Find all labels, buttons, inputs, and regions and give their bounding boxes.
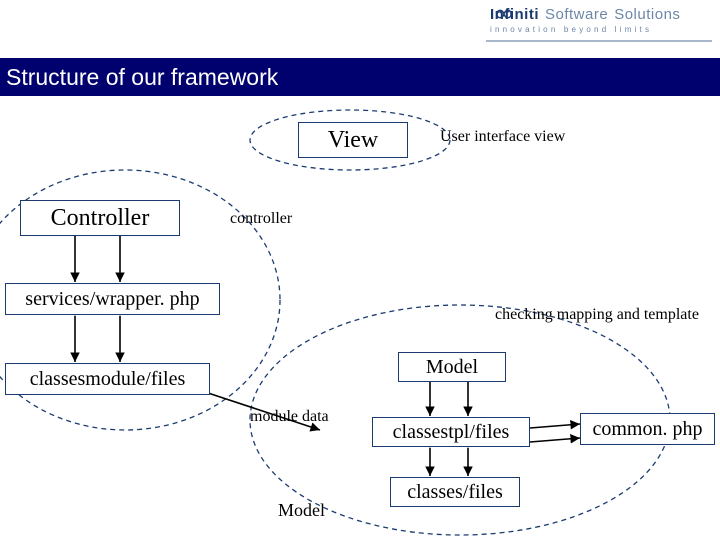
- node-controller: Controller: [20, 200, 180, 236]
- node-classes: classes/files: [390, 477, 520, 507]
- node-services-label: services/wrapper. php: [25, 288, 199, 311]
- node-model-top-label: Model: [426, 356, 478, 379]
- node-classesmodule-label: classesmodule/files: [30, 368, 186, 391]
- node-services: services/wrapper. php: [5, 283, 220, 315]
- node-model-top: Model: [398, 352, 506, 382]
- node-common: common. php: [580, 413, 715, 445]
- node-model-bottom: Model: [278, 500, 325, 521]
- annotation-services: checking mapping and template: [495, 306, 699, 324]
- node-view-label: View: [328, 127, 379, 154]
- diagram-connectors: [0, 0, 720, 540]
- annotation-controller: controller: [230, 210, 292, 228]
- node-controller-label: Controller: [51, 205, 150, 232]
- slide: { "logo": { "brand_a": "Infiniti", "bran…: [0, 0, 720, 540]
- node-view: View: [298, 122, 408, 158]
- node-classestpl: classestpl/files: [372, 417, 530, 447]
- node-classes-label: classes/files: [407, 481, 503, 504]
- annotation-view: User interface view: [440, 128, 565, 146]
- node-classestpl-label: classestpl/files: [393, 421, 510, 444]
- annotation-moduledata: module data: [250, 408, 329, 426]
- node-classesmodule: classesmodule/files: [5, 363, 210, 395]
- node-common-label: common. php: [593, 418, 703, 441]
